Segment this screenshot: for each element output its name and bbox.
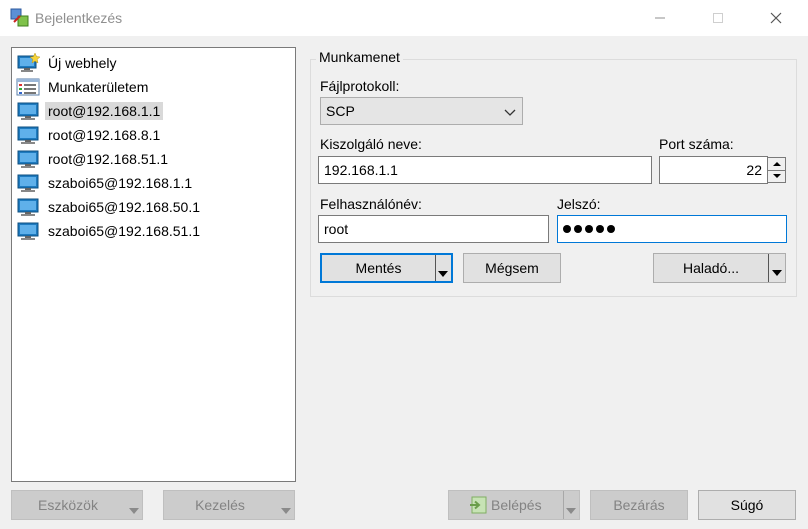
tools-button[interactable]: Eszközök [11,490,143,520]
port-spinner[interactable] [767,157,786,183]
monitor-icon [16,125,40,145]
host-label: Kiszolgáló neve: [320,136,422,152]
tree-item-label: szaboi65@192.168.50.1 [48,199,200,215]
dropdown-arrow-icon[interactable] [772,264,782,280]
protocol-select[interactable]: SCP [320,97,523,125]
login-button-label: Belépés [491,497,542,513]
manage-button-label: Kezelés [195,497,245,513]
cancel-button-label: Mégsem [485,260,539,276]
monitor-icon [16,221,40,241]
tree-item-label: root@192.168.1.1 [45,102,164,120]
advanced-button[interactable]: Haladó... [653,253,786,283]
manage-button[interactable]: Kezelés [163,490,295,520]
tree-item-site[interactable]: root@192.168.51.1 [16,148,171,170]
workspace-icon [16,77,40,97]
host-input[interactable]: 192.168.1.1 [318,156,652,184]
tree-item-label: Új webhely [48,55,117,71]
maximize-button[interactable] [695,0,741,36]
protocol-value: SCP [326,103,355,119]
tree-item-label: root@192.168.51.1 [48,151,169,167]
tree-item-label: root@192.168.8.1 [48,127,161,143]
close-button-label: Bezárás [613,497,665,513]
close-button[interactable]: Bezárás [590,490,688,520]
username-label: Felhasználónév: [320,196,422,212]
cancel-button[interactable]: Mégsem [463,253,561,283]
tree-item-label: szaboi65@192.168.1.1 [48,175,193,191]
help-button[interactable]: Súgó [698,490,796,520]
session-group-title: Munkamenet [316,49,403,65]
tree-item-site[interactable]: szaboi65@192.168.51.1 [16,220,203,242]
save-button-label: Mentés [355,260,402,276]
dropdown-arrow-icon [566,502,576,518]
login-icon [469,496,487,517]
minimize-button[interactable] [637,0,683,36]
tree-item-workspace[interactable]: Munkaterületem [16,76,151,98]
protocol-label: Fájlprotokoll: [320,78,400,94]
port-label: Port száma: [659,136,734,152]
password-mask [563,225,615,233]
port-value: 22 [746,162,762,178]
password-label: Jelszó: [557,196,601,212]
help-button-label: Súgó [730,497,764,513]
port-down-button[interactable] [767,170,786,183]
tree-item-label: szaboi65@192.168.51.1 [48,223,200,239]
tree-item-site[interactable]: root@192.168.8.1 [16,124,163,146]
tree-item-label: Munkaterületem [48,79,149,95]
tools-button-label: Eszközök [38,497,98,513]
host-value: 192.168.1.1 [324,162,398,178]
chevron-down-icon [504,105,516,121]
tree-item-site-selected[interactable]: root@192.168.1.1 [16,100,164,122]
monitor-icon [16,149,40,169]
dropdown-arrow-icon [281,502,291,518]
port-input[interactable]: 22 [659,156,768,184]
dropdown-arrow-icon [129,502,139,518]
split-divider [768,254,769,282]
new-site-icon [16,52,41,73]
split-divider [435,255,436,281]
dropdown-arrow-icon[interactable] [438,265,448,281]
tree-item-new-site[interactable]: Új webhely [16,52,119,74]
monitor-icon [16,197,40,217]
advanced-button-label: Haladó... [682,260,740,276]
password-input[interactable] [557,215,787,243]
monitor-icon [16,101,40,121]
window-title: Bejelentkezés [35,10,123,26]
username-value: root [324,221,349,237]
split-divider [563,491,564,519]
title-bar: Bejelentkezés [0,0,808,36]
site-tree[interactable]: Új webhely Munkaterületem root@192.168.1… [11,47,296,482]
monitor-icon [16,173,40,193]
port-up-button[interactable] [767,157,786,171]
tree-item-site[interactable]: szaboi65@192.168.50.1 [16,196,203,218]
winscp-app-icon [10,8,30,28]
login-button[interactable]: Belépés [448,490,580,520]
save-button[interactable]: Mentés [320,253,453,283]
username-input[interactable]: root [318,215,549,243]
close-window-button[interactable] [753,0,799,36]
tree-item-site[interactable]: szaboi65@192.168.1.1 [16,172,195,194]
